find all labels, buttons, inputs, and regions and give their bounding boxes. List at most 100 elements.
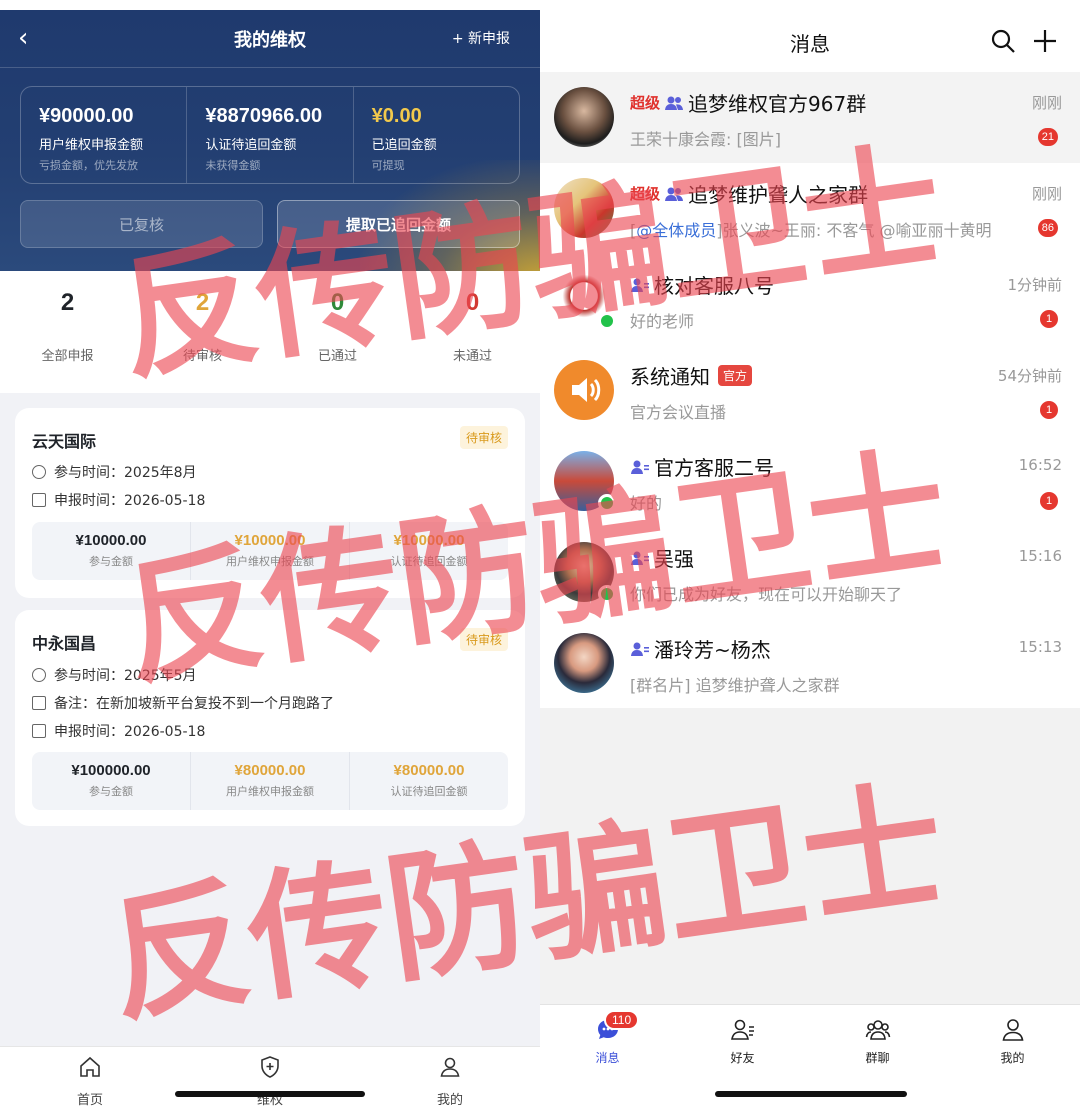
chat-time: 1分钟前 (1007, 276, 1062, 294)
super-tag: 超级 (630, 94, 661, 112)
tab-mine[interactable]: 我的 (360, 1047, 540, 1108)
card-title: 中永国昌 (32, 634, 97, 653)
chat-name: 追梦维权官方967群 (688, 92, 867, 116)
calendar-icon (32, 493, 46, 507)
profile-icon (1002, 1019, 1023, 1041)
chat-preview: [@全体成员]张义波~王丽: 不客气 @喻亚丽十黄明 (630, 217, 991, 241)
chat-name: 吴强 (654, 547, 694, 571)
unread-badge: 86 (1037, 219, 1058, 237)
home-indicator (175, 1091, 365, 1097)
speaker-icon (572, 378, 601, 402)
online-indicator (598, 312, 616, 330)
card-title: 云天国际 (32, 432, 97, 451)
tab-label: 首页 (76, 1093, 103, 1108)
chat-time: 16:52 (1018, 456, 1062, 474)
action-buttons: 已复核 提取已追回金额 (20, 200, 520, 248)
chat-item[interactable]: 超级 追梦维权官方967群 刚刚 王荣十康会霞: [图片] 21 (540, 72, 1080, 163)
chat-name: 官方客服二号 (654, 456, 774, 480)
chat-item[interactable]: 潘玲芳~杨杰 15:13 [群名片] 追梦维护聋人之家群 (540, 618, 1080, 709)
tab-home[interactable]: 首页 (0, 1047, 180, 1108)
report-time: 申报时间：2026-05-18 (32, 721, 205, 741)
report-time-text: 申报时间：2026-05-18 (54, 493, 206, 509)
stat-pending[interactable]: 2 待审核 (135, 271, 270, 393)
summary-claim: ¥90000.00 用户维权申报金额 亏损金额，优先发放 (21, 87, 188, 183)
summary-sub: 亏损金额，优先发放 (39, 159, 138, 172)
summary-value: ¥0.00 (371, 105, 422, 127)
unread-badge: 21 (1037, 128, 1058, 146)
summary-sub: 可提现 (371, 159, 405, 172)
report-time-text: 申报时间：2026-05-18 (54, 724, 206, 740)
search-icon[interactable] (990, 28, 1016, 54)
chat-preview: 好的老师 (630, 312, 695, 331)
shield-plus-icon (261, 1056, 279, 1078)
reviewed-button[interactable]: 已复核 (20, 200, 263, 248)
summary-recovered: ¥0.00 已追回金额 可提现 (354, 87, 519, 183)
chat-item[interactable]: 核对客服八号 1分钟前 好的老师 1 (540, 254, 1080, 345)
chat-item[interactable]: 官方客服二号 16:52 好的 1 (540, 436, 1080, 527)
tab-profile[interactable]: 我的 (945, 1005, 1080, 1108)
unread-badge: 1 (1040, 492, 1058, 510)
chat-item[interactable]: 超级 追梦维护聋人之家群 刚刚 [@全体成员]张义波~王丽: 不客气 @喻亚丽十… (540, 163, 1080, 254)
chat-item[interactable]: 系统通知 官方 54分钟前 官方会议直播 1 (540, 345, 1080, 436)
amount-value: ¥10000.00 (234, 532, 306, 549)
chat-time: 刚刚 (1031, 185, 1062, 203)
user-icon (440, 1057, 460, 1077)
chat-preview: 王荣十康会霞: [图片] (630, 130, 781, 149)
status-badge: 待审核 (459, 628, 508, 651)
messages-badge: 110 (604, 1010, 640, 1030)
chat-time: 15:13 (1018, 638, 1062, 656)
chat-name: 核对客服八号 (654, 274, 774, 298)
stat-number: 0 (330, 289, 345, 316)
stat-number: 2 (195, 289, 210, 316)
chat-time: 54分钟前 (997, 367, 1062, 385)
amount-value: ¥80000.00 (393, 762, 465, 779)
clock-icon (32, 668, 46, 682)
mention-all: @全体成员 (636, 221, 717, 240)
claim-card[interactable]: 中永国昌 待审核 参与时间：2025年5月 备注：在新加坡新平台复投不到一个月跑… (15, 610, 525, 826)
tab-label: 我的 (1000, 1051, 1025, 1065)
plus-icon[interactable] (1032, 28, 1058, 54)
chat-name-row: 潘玲芳~杨杰 (630, 634, 771, 663)
stat-rejected[interactable]: 0 未通过 (405, 271, 540, 393)
back-icon[interactable]: ‹ (18, 24, 46, 52)
bottom-tabbar: 首页 维权 我的 (0, 1046, 540, 1108)
page-title: 我的维权 (234, 29, 306, 51)
chat-name-row: 吴强 (630, 543, 694, 572)
join-time: 参与时间：2025年5月 (32, 665, 197, 685)
stat-label: 全部申报 (41, 349, 94, 364)
amount-label: 认证待追回金额 (390, 555, 468, 568)
amount-value: ¥100000.00 (71, 762, 151, 779)
claim-card[interactable]: 云天国际 待审核 参与时间：2025年8月 申报时间：2026-05-18 ¥1… (15, 408, 525, 598)
summary-value: ¥8870966.00 (205, 105, 323, 127)
amount-label: 参与金额 (89, 785, 133, 798)
avatar (554, 633, 614, 693)
chat-time: 15:16 (1018, 547, 1062, 565)
chat-item[interactable]: 吴强 15:16 你们已成为好友，现在可以开始聊天了 (540, 527, 1080, 618)
status-bar (0, 0, 540, 10)
withdraw-button[interactable]: 提取已追回金额 (277, 200, 520, 248)
remark: 备注：在新加坡新平台复投不到一个月跑路了 (32, 693, 334, 713)
amount-value: ¥10000.00 (75, 532, 147, 549)
stat-label: 已通过 (317, 349, 357, 364)
new-report-button[interactable]: + 新申报 (452, 28, 510, 48)
messages-app-screen: 消息 超级 追梦维权官方967群 刚刚 王荣十康会霞: [图片] 21 超级 追… (540, 0, 1080, 1108)
amount-col: ¥10000.00 参与金额 (32, 522, 191, 580)
friends-icon (730, 1019, 754, 1040)
home-icon (80, 1056, 100, 1077)
join-time: 参与时间：2025年8月 (32, 462, 197, 482)
group-chat-icon (865, 1020, 890, 1040)
tab-label: 好友 (730, 1051, 755, 1065)
tab-messages[interactable]: 消息 110 (540, 1005, 675, 1108)
tab-rights[interactable]: 维权 (180, 1047, 360, 1108)
stat-number: 2 (60, 289, 75, 316)
contact-icon (631, 278, 649, 292)
chat-name-row: 核对客服八号 (630, 270, 774, 299)
chat-name-row: 系统通知 官方 (630, 361, 753, 390)
stat-approved[interactable]: 0 已通过 (270, 271, 405, 393)
stat-all[interactable]: 2 全部申报 (0, 271, 135, 393)
official-tag: 官方 (718, 365, 753, 386)
avatar (554, 360, 614, 420)
chat-name-row: 官方客服二号 (630, 452, 774, 481)
join-time-text: 参与时间：2025年5月 (54, 668, 197, 684)
rights-navbar: ‹ 我的维权 + 新申报 (0, 10, 540, 68)
